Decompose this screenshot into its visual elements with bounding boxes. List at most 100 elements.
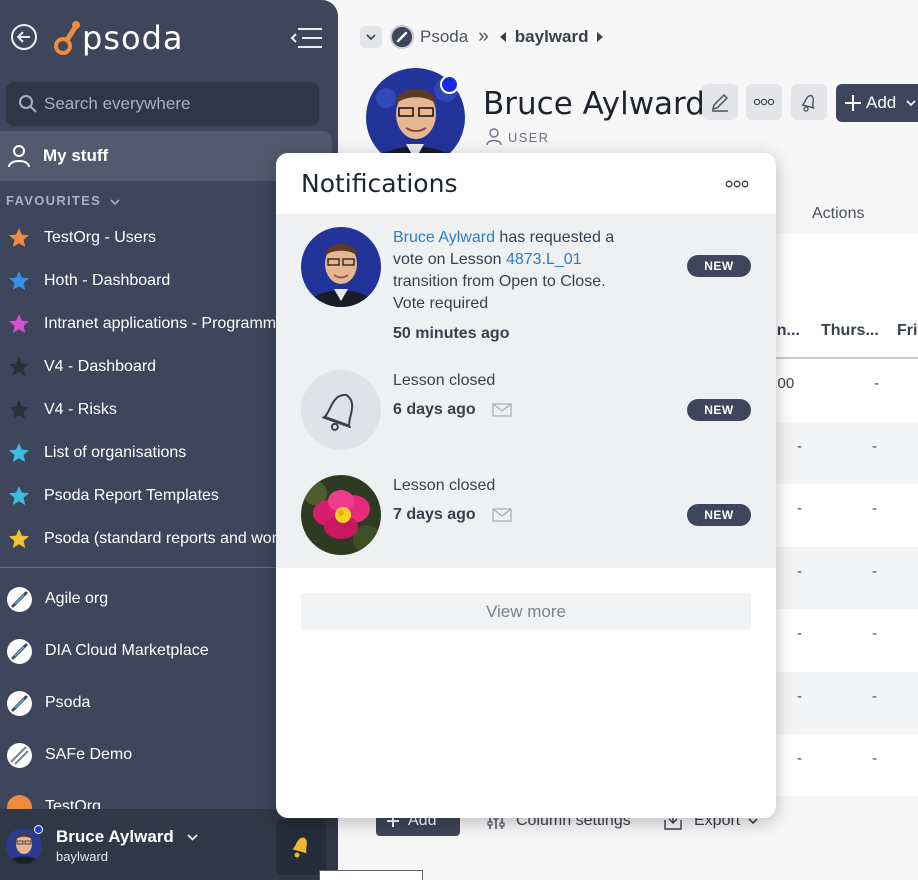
table-cell: - <box>872 562 877 580</box>
next-icon[interactable] <box>596 32 604 42</box>
notification-time-text: 6 days ago <box>393 401 476 418</box>
breadcrumb-org[interactable]: Psoda <box>420 27 468 47</box>
favourite-label: Hoth - Dashboard <box>44 272 171 289</box>
chevron-down-icon <box>366 34 376 40</box>
grid-header-friday[interactable]: Fri <box>897 322 917 340</box>
table-cell: - <box>797 437 802 455</box>
notify-button[interactable] <box>791 84 827 120</box>
chevron-down-icon <box>748 818 758 824</box>
favourite-label: Intranet applications - Programme <box>44 315 285 332</box>
organisation-label: Psoda <box>45 694 91 711</box>
notification-message: Bruce Aylward has requested a vote on Le… <box>393 227 633 315</box>
table-cell: - <box>872 500 877 517</box>
footer-user-name-text: Bruce Aylward <box>56 827 174 846</box>
back-icon[interactable] <box>11 24 37 50</box>
plus-icon <box>845 95 861 111</box>
star-icon <box>9 529 29 548</box>
search-input[interactable] <box>44 82 314 126</box>
favourite-label: TestOrg - Users <box>44 229 157 246</box>
favourite-label: List of organisations <box>44 444 187 461</box>
favourite-label: Psoda (standard reports and work <box>44 530 286 547</box>
breadcrumb-user[interactable]: baylward <box>515 27 589 47</box>
user-icon <box>8 145 30 168</box>
tab-actions[interactable]: Actions <box>812 205 864 223</box>
menu-collapse-icon[interactable] <box>290 26 324 55</box>
star-icon <box>9 357 29 376</box>
new-badge: NEW <box>687 255 751 277</box>
organisation-label: Agile org <box>45 590 109 607</box>
notification-flower-avatar <box>301 475 381 555</box>
star-icon <box>9 443 29 462</box>
presence-dot <box>34 825 43 834</box>
org-icon <box>390 25 414 49</box>
notification-time: 7 days ago <box>393 506 512 524</box>
notification-item[interactable]: Lesson closed 7 days ago NEW <box>276 462 776 567</box>
organisation-label: DIA Cloud Marketplace <box>45 642 209 659</box>
logo-text: psoda <box>82 19 184 57</box>
new-badge: NEW <box>687 504 751 526</box>
notification-time-text: 7 days ago <box>393 506 476 523</box>
grid-header-thursday[interactable]: Thurs... <box>821 322 879 340</box>
new-badge: NEW <box>687 399 751 421</box>
table-cell: - <box>797 562 802 580</box>
psoda-logo[interactable]: psoda <box>54 16 183 60</box>
notification-time: 50 minutes ago <box>393 325 509 343</box>
organisation-icon <box>6 690 33 717</box>
organisation-label: SAFe Demo <box>45 746 133 763</box>
notification-message: Lesson closed <box>393 477 496 494</box>
table-cell: - <box>797 500 802 517</box>
favourites-header[interactable]: FAVOURITES <box>6 193 120 208</box>
more-button[interactable] <box>746 84 782 120</box>
edit-button[interactable] <box>702 84 738 120</box>
favourite-label: Psoda Report Templates <box>44 487 219 504</box>
previous-icon[interactable] <box>499 32 507 42</box>
bell-icon <box>292 837 307 858</box>
breadcrumb: Psoda » baylward <box>360 24 604 50</box>
star-icon <box>9 400 29 419</box>
notification-user-link[interactable]: Bruce Aylward <box>393 229 495 246</box>
notification-lesson-link[interactable]: 4873.L_01 <box>506 251 582 268</box>
footer-user-handle: baylward <box>56 849 109 864</box>
table-cell: - <box>872 437 877 455</box>
notification-bell-avatar <box>301 370 381 450</box>
search-icon <box>19 95 37 113</box>
profile-role: USER <box>486 128 549 146</box>
pencil-icon <box>711 93 729 112</box>
table-cell: - <box>872 687 877 705</box>
star-icon <box>9 228 29 247</box>
my-stuff-label: My stuff <box>43 146 109 165</box>
notification-avatar <box>301 227 381 307</box>
more-icon[interactable] <box>725 179 749 189</box>
presence-dot <box>440 75 459 94</box>
star-icon <box>9 271 29 290</box>
organisation-icon <box>6 586 33 613</box>
add-button[interactable]: Add <box>836 84 918 122</box>
email-icon <box>492 403 512 417</box>
table-cell: - <box>874 375 879 392</box>
table-cell: - <box>872 750 877 767</box>
bell-icon <box>801 94 815 112</box>
more-icon <box>753 98 775 106</box>
notification-item[interactable]: Bruce Aylward has requested a vote on Le… <box>276 214 776 354</box>
notification-item[interactable]: Lesson closed 6 days ago NEW <box>276 357 776 462</box>
notifications-button[interactable] <box>276 819 326 875</box>
view-more-button[interactable]: View more <box>301 593 751 630</box>
chevron-down-icon <box>906 100 916 106</box>
chevron-down-icon <box>186 834 198 841</box>
table-cell: - <box>797 750 802 767</box>
breadcrumb-dropdown[interactable] <box>360 26 382 48</box>
footer-user-name[interactable]: Bruce Aylward <box>56 827 198 847</box>
profile-name: Bruce Aylward <box>483 86 705 122</box>
email-icon <box>492 508 512 522</box>
psoda-logo-icon <box>54 21 80 55</box>
search-box[interactable] <box>6 82 319 126</box>
tooltip <box>319 870 423 880</box>
add-button-label: Add <box>866 93 897 112</box>
table-cell: - <box>797 625 802 642</box>
organisation-icon <box>6 638 33 665</box>
notification-time-text: 50 minutes ago <box>393 325 510 342</box>
profile-role-label: USER <box>508 129 550 145</box>
table-cell: - <box>797 687 802 705</box>
favourites-label: FAVOURITES <box>6 193 102 208</box>
notifications-title: Notifications <box>301 169 458 198</box>
